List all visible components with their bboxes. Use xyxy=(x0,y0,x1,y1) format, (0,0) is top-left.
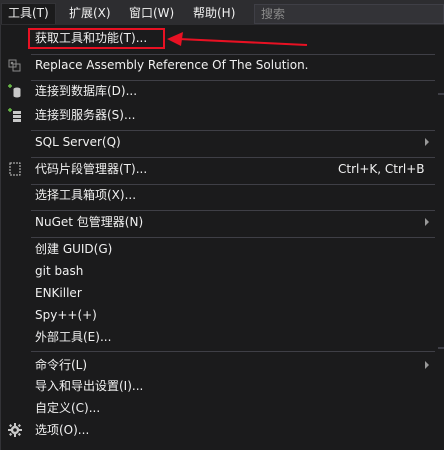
menu-item-label: 代码片段管理器(T)... xyxy=(35,162,148,176)
menu-extensions[interactable]: 扩展(X) xyxy=(63,3,117,24)
menu-window[interactable]: 窗口(W) xyxy=(123,3,180,24)
assembly-icon xyxy=(7,57,23,73)
snippet-icon xyxy=(7,161,23,177)
menu-item-label: 外部工具(E)... xyxy=(35,330,112,344)
menu-item-spy[interactable]: Spy++(+) xyxy=(1,305,439,325)
menu-item-snippet-manager[interactable]: 代码片段管理器(T)... Ctrl+K, Ctrl+B xyxy=(1,159,439,179)
separator xyxy=(31,237,435,238)
server-connect-icon xyxy=(7,107,23,123)
database-connect-icon xyxy=(7,83,23,99)
submenu-arrow-icon xyxy=(425,218,429,226)
menu-item-label: git bash xyxy=(35,264,84,278)
menu-item-nuget-manager[interactable]: NuGet 包管理器(N) xyxy=(1,212,439,232)
menu-item-label: 选项(O)... xyxy=(35,423,90,437)
menu-item-connect-database[interactable]: 连接到数据库(D)... xyxy=(1,81,439,101)
menu-item-label: Replace Assembly Reference Of The Soluti… xyxy=(35,58,309,72)
menu-item-replace-assembly-reference[interactable]: Replace Assembly Reference Of The Soluti… xyxy=(1,55,439,75)
separator xyxy=(31,351,435,352)
search-input[interactable]: 搜索 xyxy=(254,4,444,24)
menu-item-label: 自定义(C)... xyxy=(35,401,101,415)
submenu-arrow-icon xyxy=(425,361,429,369)
separator xyxy=(31,130,435,131)
menu-tools[interactable]: 工具(T) xyxy=(1,3,56,24)
menu-bar: 工具(T) 扩展(X) 窗口(W) 帮助(H) 搜索 xyxy=(0,0,444,27)
gear-icon xyxy=(7,422,23,438)
menu-item-label: SQL Server(Q) xyxy=(35,135,121,149)
annotation-highlight-box xyxy=(28,28,165,49)
menu-item-label: 导入和导出设置(I)... xyxy=(35,379,144,393)
search-placeholder: 搜索 xyxy=(261,7,286,21)
background-window-edge xyxy=(438,93,444,95)
menu-item-create-guid[interactable]: 创建 GUID(G) xyxy=(1,239,439,259)
separator xyxy=(31,210,435,211)
menu-item-label: 连接到数据库(D)... xyxy=(35,84,138,98)
menu-item-label: 创建 GUID(G) xyxy=(35,242,113,256)
menu-item-label: ENKiller xyxy=(35,286,82,300)
menu-help[interactable]: 帮助(H) xyxy=(187,3,241,24)
separator xyxy=(31,157,435,158)
menu-item-customize[interactable]: 自定义(C)... xyxy=(1,398,439,418)
background-window-edge xyxy=(438,347,444,349)
menu-item-sql-server[interactable]: SQL Server(Q) xyxy=(1,132,439,152)
menu-item-import-export-settings[interactable]: 导入和导出设置(I)... xyxy=(1,376,439,396)
menu-item-connect-server[interactable]: 连接到服务器(S)... xyxy=(1,105,439,125)
menu-item-command-line[interactable]: 命令行(L) xyxy=(1,355,439,375)
annotation-arrow-icon xyxy=(167,32,308,46)
menu-item-choose-toolbox-items[interactable]: 选择工具箱项(X)... xyxy=(1,185,439,205)
menu-item-label: 连接到服务器(S)... xyxy=(35,108,136,122)
menu-item-external-tools[interactable]: 外部工具(E)... xyxy=(1,327,439,347)
menu-item-shortcut: Ctrl+K, Ctrl+B xyxy=(338,162,425,176)
menu-item-enkiller[interactable]: ENKiller xyxy=(1,283,439,303)
menu-item-git-bash[interactable]: git bash xyxy=(1,261,439,281)
menu-item-label: Spy++(+) xyxy=(35,308,97,322)
menu-item-label: 选择工具箱项(X)... xyxy=(35,188,137,202)
menu-item-label: 命令行(L) xyxy=(35,358,88,372)
tools-dropdown-menu: 获取工具和功能(T)... Replace Assembly Reference… xyxy=(0,25,444,450)
submenu-arrow-icon xyxy=(425,138,429,146)
menu-item-options[interactable]: 选项(O)... xyxy=(1,420,439,440)
menu-item-label: NuGet 包管理器(N) xyxy=(35,215,144,229)
